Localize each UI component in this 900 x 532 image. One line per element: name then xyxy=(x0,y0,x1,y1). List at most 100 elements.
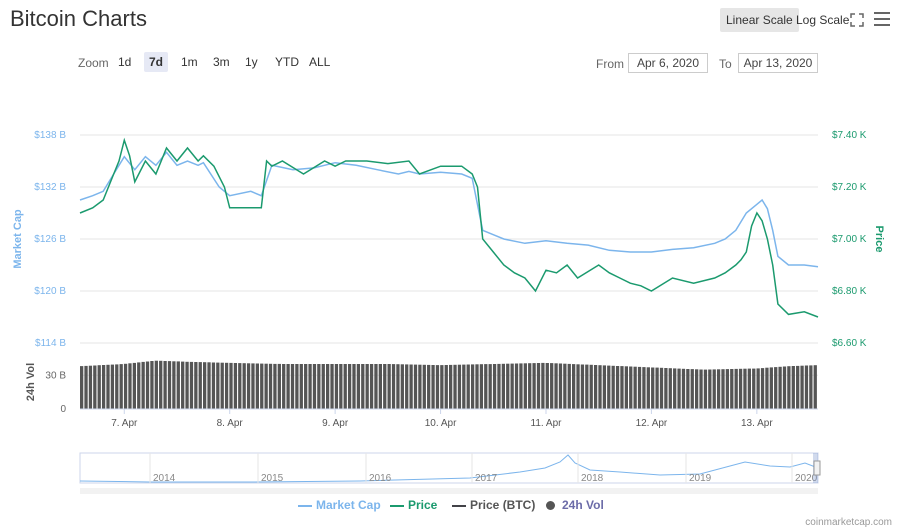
y-right-tick-label: $6.60 K xyxy=(832,338,867,349)
volume-bar xyxy=(141,361,145,409)
navigator-handle xyxy=(813,460,821,476)
volume-bar xyxy=(159,360,163,409)
volume-bar xyxy=(716,369,721,409)
legend-24h-vol[interactable]: 24h Vol xyxy=(562,498,604,512)
vol-tick-label: 30 B xyxy=(45,370,66,381)
volume-bar xyxy=(80,366,84,409)
x-tick-label: 10. Apr xyxy=(425,418,457,429)
volume-bar xyxy=(391,364,396,409)
volume-bar xyxy=(484,364,488,409)
price-line xyxy=(79,137,819,318)
volume-bar xyxy=(686,369,690,409)
volume-bar xyxy=(576,364,580,409)
volume-bar xyxy=(725,369,730,409)
y-right-tick-label: $7.20 K xyxy=(832,182,867,193)
volume-bar xyxy=(308,364,312,409)
volume-bar xyxy=(541,362,545,409)
y-left-tick-label: $126 B xyxy=(34,234,66,245)
market-cap-line xyxy=(79,151,819,268)
legend-price[interactable]: Price xyxy=(408,498,437,512)
volume-bar xyxy=(475,364,479,409)
volume-bar xyxy=(453,364,457,409)
volume-bar xyxy=(633,366,637,409)
legend-24h-vol-swatch xyxy=(546,501,555,510)
volume-bar xyxy=(203,362,207,409)
volume-bar xyxy=(194,362,198,409)
volume-bar xyxy=(532,363,536,409)
volume-bar xyxy=(743,368,747,409)
volume-bar xyxy=(655,367,659,409)
volume-bar xyxy=(681,368,686,409)
volume-bar xyxy=(528,363,532,409)
volume-bar xyxy=(800,365,804,409)
volume-bar xyxy=(470,364,475,409)
volume-bar xyxy=(304,364,308,409)
volume-bar xyxy=(765,367,769,409)
volume-bar xyxy=(747,368,751,409)
volume-bar xyxy=(150,361,154,409)
volume-bar xyxy=(642,367,646,409)
volume-bar xyxy=(804,365,809,409)
volume-bar xyxy=(238,363,242,409)
navigator-year-label: 2017 xyxy=(475,473,498,484)
volume-bar xyxy=(488,364,492,409)
y-right-tick-label: $7.40 K xyxy=(832,130,867,141)
volume-bar xyxy=(708,369,712,409)
volume-bar xyxy=(268,363,273,409)
volume-bar xyxy=(646,367,650,409)
volume-bar xyxy=(374,364,378,409)
volume-bar xyxy=(435,365,440,409)
volume-bar xyxy=(769,367,773,409)
chart-area[interactable]: $114 B $120 B $126 B $132 B $138 B $6.60 K $6.… xyxy=(0,0,900,495)
volume-bar xyxy=(598,365,602,409)
volume-bar xyxy=(457,364,462,409)
volume-bar xyxy=(567,363,571,409)
volume-bar xyxy=(774,367,778,409)
volume-bar xyxy=(580,364,585,409)
legend-market-cap-swatch xyxy=(298,505,312,507)
legend-market-cap[interactable]: Market Cap xyxy=(316,498,381,512)
volume-bar xyxy=(106,364,110,409)
volume-bar xyxy=(242,363,246,409)
volume-bar xyxy=(97,365,101,409)
volume-bar xyxy=(356,364,361,409)
volume-bar xyxy=(760,368,765,409)
volume-bar xyxy=(163,361,167,409)
volume-bar xyxy=(668,368,672,409)
volume-bar xyxy=(752,368,756,409)
volume-bar xyxy=(637,366,642,409)
volume-bar xyxy=(413,364,418,409)
volume-bar xyxy=(198,362,202,409)
volume-bar xyxy=(607,365,611,409)
volume-bar xyxy=(233,363,238,409)
volume-bar xyxy=(602,365,607,409)
legend-price-btc[interactable]: Price (BTC) xyxy=(470,498,535,512)
volume-bar xyxy=(339,364,343,409)
x-tick-label: 9. Apr xyxy=(322,418,349,429)
vol-axis-title: 24h Vol xyxy=(25,363,37,401)
volume-bar xyxy=(387,364,391,409)
x-tick-label: 8. Apr xyxy=(217,418,244,429)
volume-bar xyxy=(712,369,716,409)
volume-bar xyxy=(123,363,128,409)
volume-bar xyxy=(629,366,633,409)
navigator-year-label: 2019 xyxy=(689,473,712,484)
volume-bar xyxy=(295,364,299,409)
volume-bar xyxy=(572,364,576,409)
volume-bar xyxy=(229,362,233,409)
y-left-tick-label: $114 B xyxy=(35,338,66,349)
volume-bar xyxy=(536,363,541,409)
volume-bar xyxy=(510,363,514,409)
volume-bar xyxy=(615,366,620,409)
y-right-tick-label: $7.00 K xyxy=(832,234,867,245)
navigator-year-label: 2016 xyxy=(369,473,392,484)
volume-bar xyxy=(651,367,655,409)
volume-bar xyxy=(563,363,567,409)
volume-bar xyxy=(690,369,694,409)
volume-bar xyxy=(255,363,259,409)
volume-bar xyxy=(593,365,598,409)
volume-bar xyxy=(620,366,624,409)
volume-bar xyxy=(703,369,708,409)
volume-bar xyxy=(84,365,88,409)
y-right-tick-label: $6.80 K xyxy=(832,286,867,297)
